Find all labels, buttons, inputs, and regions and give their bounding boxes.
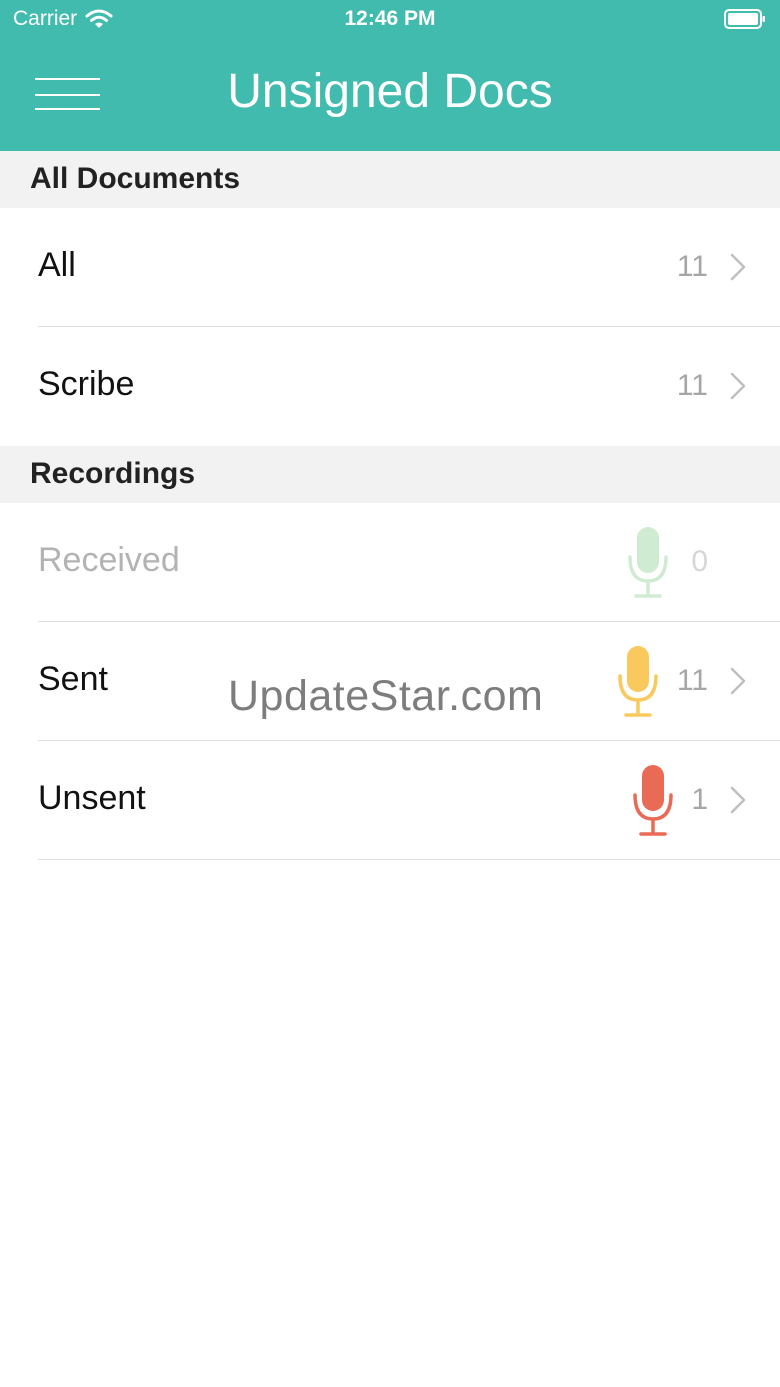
row-label: Unsent <box>38 779 146 817</box>
row-label: Received <box>38 541 180 579</box>
chevron-right-icon <box>730 667 746 695</box>
chevron-right-icon <box>730 253 746 281</box>
status-time: 12:46 PM <box>344 7 436 30</box>
microphone-icon <box>628 527 668 598</box>
section-title: All Documents <box>30 162 241 195</box>
page-title: Unsigned Docs <box>227 65 553 118</box>
status-bar: Carrier 12:46 PM <box>0 0 780 40</box>
row-label: Sent <box>38 660 108 698</box>
row-label: All <box>38 246 76 284</box>
list-item-received: Received 0 <box>0 503 780 622</box>
navigation-bar: Carrier 12:46 PM Unsigned Docs <box>0 0 780 151</box>
section-title: Recordings <box>30 457 196 490</box>
chevron-right-icon <box>730 372 746 400</box>
watermark: UpdateStar.com <box>228 672 544 720</box>
microphone-icon <box>633 765 673 836</box>
row-label: Scribe <box>38 365 135 403</box>
chevron-right-icon <box>730 786 746 814</box>
list-item-unsent[interactable]: Unsent 1 <box>0 741 780 860</box>
battery-icon <box>724 9 765 29</box>
row-count: 11 <box>676 369 708 402</box>
section-header-recordings: Recordings <box>0 446 780 503</box>
row-count: 0 <box>691 545 708 578</box>
list-item-scribe[interactable]: Scribe 11 <box>0 327 780 446</box>
list-item-all[interactable]: All 11 <box>0 208 780 327</box>
row-count: 11 <box>676 250 708 283</box>
row-count: 1 <box>691 783 708 816</box>
section-header-all-documents: All Documents <box>0 151 780 208</box>
row-count: 11 <box>676 664 708 697</box>
microphone-icon <box>618 646 658 717</box>
row-divider <box>38 859 780 860</box>
